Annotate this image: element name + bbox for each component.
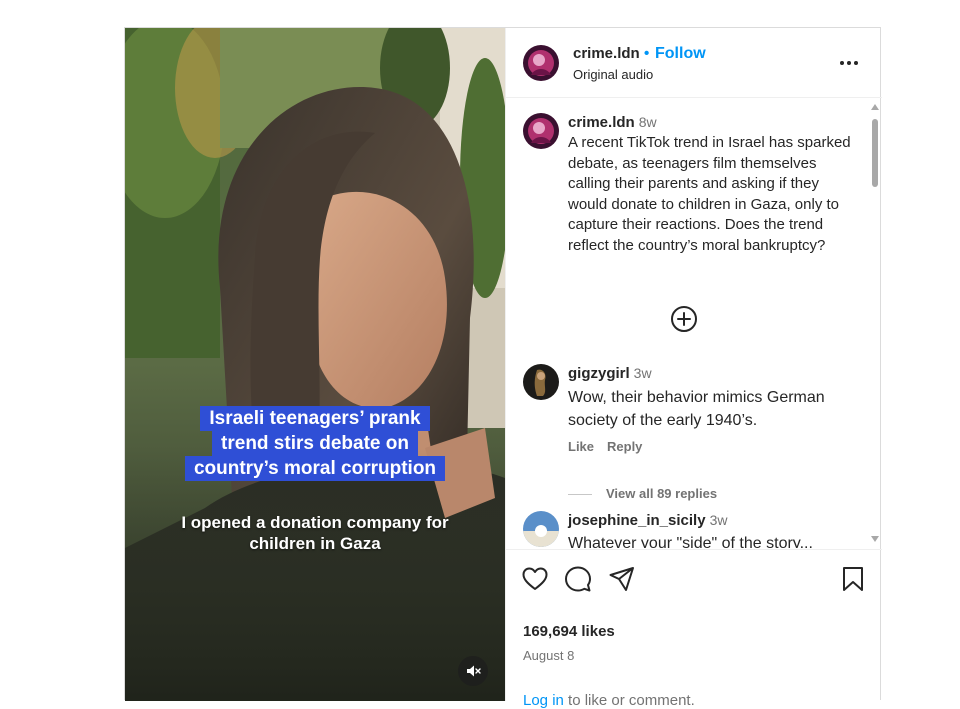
instagram-post: Israeli teenagers’ prank trend stirs deb… [124,27,882,709]
bookmark-icon[interactable] [839,565,867,593]
caption-username[interactable]: crime.ldn [568,114,635,131]
headline-line-1: Israeli teenagers’ prank [200,406,430,431]
post-actions: 169,694 likes August 8 Log in to like or… [506,549,882,709]
video-frame [125,28,505,701]
comment-avatar[interactable] [523,511,559,547]
comment-header: josephine_in_sicily 3w [568,512,727,530]
comments-scrollbar[interactable] [868,99,882,548]
comment-actions: Like Reply [568,439,655,454]
avatar-image [523,45,559,81]
caption-avatar[interactable] [523,113,559,149]
video-subtitle: I opened a donation company for children… [181,513,449,553]
scroll-up-icon[interactable] [870,103,880,111]
mute-button[interactable] [458,656,488,686]
headline-line-3: country’s moral corruption [184,456,446,481]
author-username[interactable]: crime.ldn [573,45,640,62]
like-comment-button[interactable]: Like [568,439,594,454]
post-side-panel: crime.ldn • Follow Original audio crime.… [505,28,882,709]
comment-username[interactable]: gigzygirl [568,365,630,382]
comment-text: Whatever your "side" of the story... [568,535,813,548]
headline-line-2: trend stirs debate on [212,431,418,456]
caption-text: A recent TikTok trend in Israel has spar… [568,134,851,254]
add-circle-icon[interactable] [670,305,698,333]
separator-dot: • [644,45,650,62]
comment-header: gigzygirl 3w [568,365,652,383]
caption-header: crime.ldn 8w [568,114,657,132]
post-video[interactable]: Israeli teenagers’ prank trend stirs deb… [125,28,505,701]
login-prompt: Log in to like or comment. [523,692,695,709]
follow-button[interactable]: Follow [655,45,706,63]
likes-count[interactable]: 169,694 likes [523,623,615,640]
replies-divider [568,494,592,496]
comment-username[interactable]: josephine_in_sicily [568,512,706,529]
comment-time[interactable]: 3w [710,512,728,528]
avatar-image [523,364,559,400]
comments-section[interactable]: crime.ldn 8w A recent TikTok trend in Isr… [506,99,882,548]
caption-time[interactable]: 8w [639,114,657,130]
heart-icon[interactable] [521,565,549,593]
avatar-image [523,113,559,149]
view-replies-button[interactable]: View all 89 replies [568,486,717,501]
reply-button[interactable]: Reply [607,439,642,454]
post-header: crime.ldn • Follow Original audio [506,28,882,98]
login-prompt-text: to like or comment. [563,692,695,709]
post-date[interactable]: August 8 [523,648,574,663]
video-headline: Israeli teenagers’ prank trend stirs deb… [125,406,505,481]
author-avatar[interactable] [523,45,559,81]
comment-icon[interactable] [564,565,592,593]
mute-icon [467,665,481,677]
scroll-thumb[interactable] [872,119,878,187]
scroll-down-icon[interactable] [870,535,880,543]
comment-text: Wow, their behavior mimics German societ… [568,389,825,429]
login-link[interactable]: Log in [523,692,564,709]
share-icon[interactable] [608,565,636,593]
comment-avatar[interactable] [523,364,559,400]
audio-label[interactable]: Original audio [573,67,653,82]
view-replies-label: View all 89 replies [606,486,718,501]
comment-time[interactable]: 3w [634,365,652,381]
avatar-image [523,511,559,547]
more-icon[interactable] [838,54,860,72]
